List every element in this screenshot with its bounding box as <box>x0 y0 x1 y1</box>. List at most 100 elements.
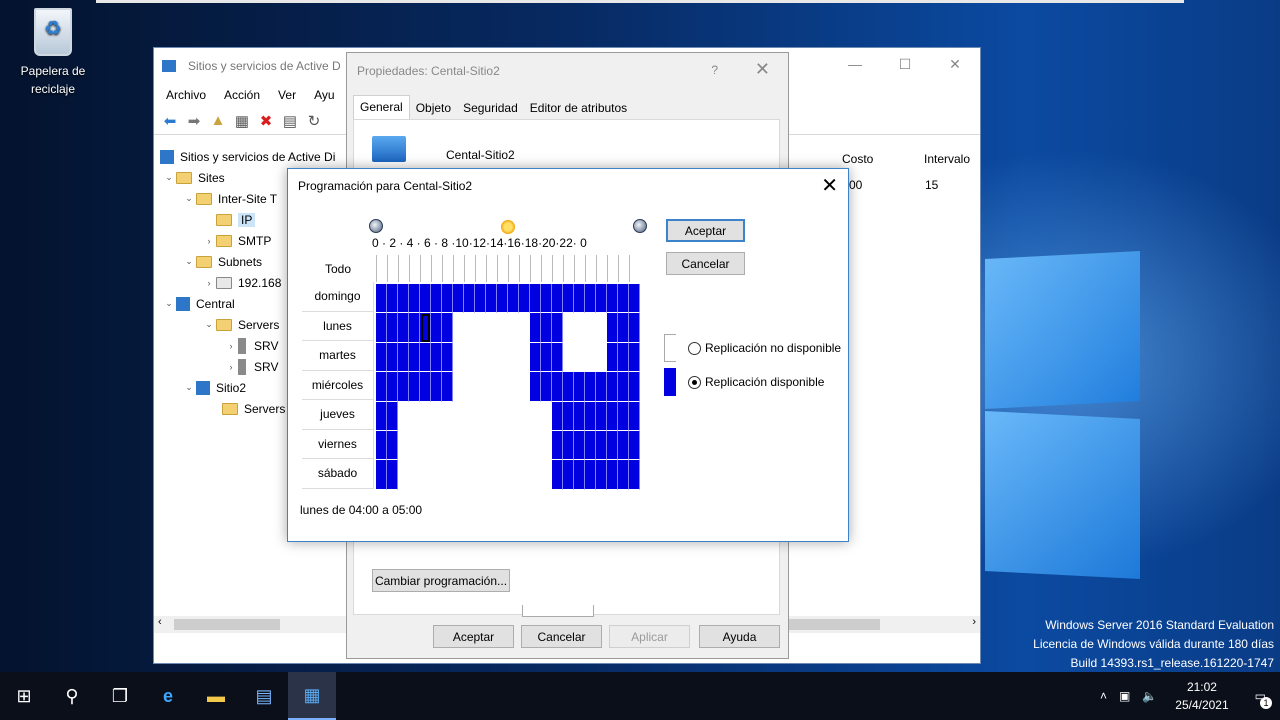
schedule-cell[interactable] <box>442 430 453 461</box>
delete-icon[interactable]: ✖ <box>256 111 276 131</box>
schedule-grid[interactable] <box>376 284 640 490</box>
schedule-cell[interactable] <box>376 342 387 373</box>
help-button[interactable]: Ayuda <box>699 625 780 648</box>
schedule-cell[interactable] <box>387 460 398 490</box>
hour-header-cell[interactable] <box>574 255 585 282</box>
radio-unavailable[interactable]: Replicación no disponible <box>688 341 841 355</box>
schedule-cell[interactable] <box>387 342 398 373</box>
chevron-right-icon[interactable]: › <box>224 341 238 351</box>
schedule-cell[interactable] <box>475 460 486 490</box>
hour-header-cell[interactable] <box>453 255 464 282</box>
hour-header-cell[interactable] <box>442 255 453 282</box>
schedule-cell[interactable] <box>585 284 596 314</box>
schedule-cell[interactable] <box>442 372 453 402</box>
radio-unavailable-circle[interactable] <box>688 341 701 355</box>
chevron-down-icon[interactable]: ⌄ <box>202 319 216 330</box>
hour-header-cell[interactable] <box>530 255 541 282</box>
schedule-cell[interactable] <box>409 313 420 343</box>
day-martes[interactable]: martes <box>302 341 374 371</box>
schedule-cell[interactable] <box>475 372 486 402</box>
cancel-button[interactable]: Cancelar <box>521 625 602 648</box>
schedule-cell[interactable] <box>497 401 508 431</box>
schedule-cell[interactable] <box>574 313 585 343</box>
schedule-cell[interactable] <box>629 342 640 373</box>
schedule-cell[interactable] <box>486 284 497 314</box>
hour-header-cell[interactable] <box>552 255 563 282</box>
schedule-cell[interactable] <box>475 284 486 314</box>
schedule-cell[interactable] <box>519 284 530 314</box>
task-view-icon[interactable]: ❐ <box>96 672 144 720</box>
close-icon[interactable]: ✕ <box>930 48 980 80</box>
schedule-cell[interactable] <box>431 430 442 461</box>
day-viernes[interactable]: viernes <box>302 429 374 459</box>
network-icon[interactable]: ▣ <box>1113 689 1136 703</box>
tab-objeto[interactable]: Objeto <box>410 97 457 119</box>
schedule-cell[interactable] <box>431 372 442 402</box>
schedule-cell[interactable] <box>519 313 530 343</box>
schedule-cell[interactable] <box>398 372 409 402</box>
schedule-cell[interactable] <box>618 430 629 461</box>
schedule-cell[interactable] <box>442 460 453 490</box>
hour-header-cell[interactable] <box>431 255 442 282</box>
schedule-cell[interactable] <box>574 342 585 373</box>
schedule-cell[interactable] <box>497 430 508 461</box>
schedule-cell[interactable] <box>541 284 552 314</box>
schedule-cell[interactable] <box>409 372 420 402</box>
schedule-cell[interactable] <box>530 401 541 431</box>
schedule-cell[interactable] <box>431 460 442 490</box>
schedule-cell[interactable] <box>387 430 398 461</box>
hour-header-cell[interactable] <box>497 255 508 282</box>
hour-header-cell[interactable] <box>420 255 431 282</box>
tab-editor-atributos[interactable]: Editor de atributos <box>524 97 633 119</box>
schedule-cell[interactable] <box>508 401 519 431</box>
schedule-cell[interactable] <box>629 401 640 431</box>
schedule-cell[interactable] <box>475 342 486 373</box>
schedule-cell[interactable] <box>552 460 563 490</box>
scroll-thumb[interactable] <box>174 619 280 630</box>
schedule-cell[interactable] <box>541 372 552 402</box>
change-schedule-button[interactable]: Cambiar programación... <box>372 569 510 592</box>
tree-root[interactable]: Sitios y servicios de Active Di <box>154 146 354 167</box>
schedule-cell[interactable] <box>486 430 497 461</box>
schedule-cell[interactable] <box>629 284 640 314</box>
schedule-cell[interactable] <box>607 372 618 402</box>
tab-general[interactable]: General <box>353 95 410 119</box>
clock[interactable]: 21:02 25/4/2021 <box>1163 678 1240 714</box>
schedule-cell[interactable] <box>387 372 398 402</box>
schedule-cell[interactable] <box>541 342 552 373</box>
schedule-cell[interactable] <box>453 430 464 461</box>
schedule-cell[interactable] <box>607 430 618 461</box>
chevron-right-icon[interactable]: › <box>202 278 216 288</box>
schedule-cell[interactable] <box>475 430 486 461</box>
schedule-cell[interactable] <box>420 430 431 461</box>
hour-header-cell[interactable] <box>541 255 552 282</box>
volume-muted-icon[interactable]: 🔈 <box>1136 689 1163 703</box>
schedule-cell[interactable] <box>596 313 607 343</box>
hour-header-cell[interactable] <box>563 255 574 282</box>
schedule-cell[interactable] <box>618 401 629 431</box>
ok-button[interactable]: Aceptar <box>433 625 514 648</box>
schedule-cell[interactable] <box>464 430 475 461</box>
schedule-cell[interactable] <box>442 401 453 431</box>
schedule-cell[interactable] <box>541 401 552 431</box>
schedule-cell[interactable] <box>431 401 442 431</box>
schedule-cell[interactable] <box>442 342 453 373</box>
schedule-cell[interactable] <box>519 460 530 490</box>
schedule-cell[interactable] <box>398 430 409 461</box>
schedule-cell[interactable] <box>442 284 453 314</box>
day-domingo[interactable]: domingo <box>302 282 374 312</box>
hour-header-cell[interactable] <box>409 255 420 282</box>
chevron-down-icon[interactable]: ⌄ <box>182 193 196 204</box>
schedule-cell[interactable] <box>563 284 574 314</box>
hour-header-cell[interactable] <box>398 255 409 282</box>
interval-stepper[interactable] <box>522 605 594 617</box>
schedule-cell[interactable] <box>453 460 464 490</box>
column-intervalo[interactable]: Intervalo <box>924 152 970 166</box>
apply-button[interactable]: Aplicar <box>609 625 690 648</box>
close-icon[interactable]: ✕ <box>755 59 770 80</box>
hour-header-cell[interactable] <box>629 255 640 282</box>
schedule-cell[interactable] <box>420 313 431 343</box>
chevron-down-icon[interactable]: ⌄ <box>182 382 196 393</box>
schedule-cell[interactable] <box>398 284 409 314</box>
schedule-cell[interactable] <box>398 401 409 431</box>
